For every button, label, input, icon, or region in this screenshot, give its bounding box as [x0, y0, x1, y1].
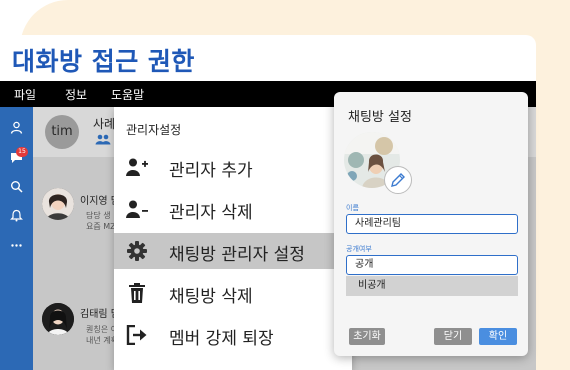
edit-photo-button[interactable]: [384, 166, 412, 194]
visibility-label: 공개여부: [346, 245, 372, 253]
message-preview: 담당 생: [86, 211, 111, 220]
visibility-option-private[interactable]: 비공개: [346, 276, 518, 296]
page-title: 대화방 접근 권한: [12, 47, 195, 76]
menu-item-remove-admin[interactable]: 관리자 삭제: [114, 191, 352, 227]
menu-item-kick-member[interactable]: 멤버 강제 퇴장: [114, 317, 352, 353]
add-admin-icon: [126, 158, 148, 176]
menu-help[interactable]: 도움말: [111, 86, 144, 103]
unread-badge: 15: [16, 147, 28, 157]
confirm-button[interactable]: 확인: [479, 328, 517, 345]
room-avatar: tim: [45, 115, 79, 149]
menu-file[interactable]: 파일: [14, 86, 36, 103]
reset-button[interactable]: 초기화: [349, 328, 385, 345]
members-icon[interactable]: [95, 134, 111, 145]
exit-icon: [126, 325, 147, 345]
menu-item-label: 관리자 추가: [169, 161, 253, 181]
menu-item-label: 채팅방 삭제: [169, 287, 253, 307]
person-icon[interactable]: [10, 121, 23, 134]
message-preview: 요즘 MZ: [86, 222, 116, 231]
more-icon[interactable]: [10, 239, 23, 252]
name-field[interactable]: 사례관리팀: [346, 214, 518, 234]
name-label: 이름: [346, 204, 359, 212]
dialog-title: 채팅방 설정: [348, 110, 412, 125]
gear-icon: [127, 241, 147, 261]
trash-icon: [129, 283, 145, 303]
menu-item-delete-chat[interactable]: 채팅방 삭제: [114, 275, 352, 311]
menu-item-label: 관리자 삭제: [169, 203, 253, 223]
chat-settings-dialog: 채팅방 설정 이름 사례관리팀 공개여부 공개 비공개 초기화 닫기 확인: [334, 92, 528, 356]
visibility-select[interactable]: 공개: [346, 255, 518, 275]
room-name: 사례: [93, 117, 116, 131]
menu-item-chat-admin-settings[interactable]: 채팅방 관리자 설정: [114, 233, 352, 269]
bell-icon[interactable]: [10, 209, 23, 222]
menu-item-label: 채팅방 관리자 설정: [169, 245, 305, 265]
pencil-icon: [391, 173, 405, 187]
menu-item-label: 멤버 강제 퇴장: [169, 329, 274, 349]
message-avatar: [42, 303, 74, 335]
menu-header: 관리자설정: [126, 123, 182, 137]
sidebar: 15: [0, 107, 33, 370]
menu-info[interactable]: 정보: [65, 86, 87, 103]
remove-admin-icon: [126, 200, 148, 218]
close-button[interactable]: 닫기: [434, 328, 472, 345]
search-icon[interactable]: [10, 180, 23, 193]
admin-settings-menu: 관리자설정 관리자 추가 관리자 삭제 채팅방 관리자 설정 채팅방 삭제 멤버…: [114, 107, 352, 370]
menu-item-add-admin[interactable]: 관리자 추가: [114, 149, 352, 185]
message-avatar: [42, 188, 74, 220]
